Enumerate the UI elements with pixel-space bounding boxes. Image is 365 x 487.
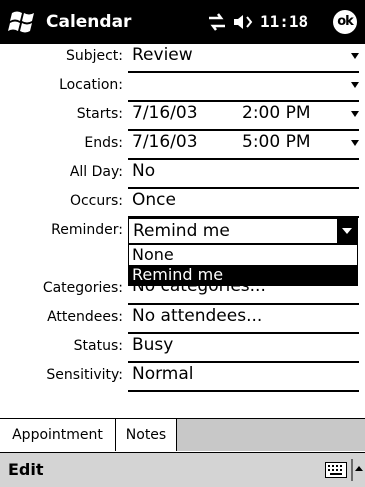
edit-menu[interactable]: Edit — [8, 460, 44, 479]
reminder-options-list[interactable]: None Remind me — [128, 244, 358, 286]
starts-label: Starts: — [76, 106, 123, 122]
subject-label: Subject: — [65, 48, 123, 64]
attendees-field[interactable]: No attendees... — [132, 306, 262, 326]
reminder-label: Reminder: — [51, 222, 123, 238]
ends-time-dropdown-arrow[interactable] — [351, 140, 359, 146]
occurs-field[interactable]: Once — [132, 190, 176, 210]
status-label: Status: — [73, 338, 123, 354]
ends-label: Ends: — [84, 135, 123, 151]
starts-date-field[interactable]: 7/16/03 — [132, 103, 198, 123]
starts-row: Starts: 7/16/03 2:00 PM — [0, 102, 365, 131]
divider — [128, 390, 359, 392]
ends-row: Ends: 7/16/03 5:00 PM — [0, 131, 365, 160]
ends-time-field[interactable]: 5:00 PM — [242, 132, 311, 152]
attendees-label: Attendees: — [47, 309, 123, 325]
location-row: Location: — [0, 73, 365, 102]
ok-button[interactable]: ok — [333, 10, 357, 34]
sensitivity-label: Sensitivity: — [46, 367, 123, 383]
tab-bar: Appointment Notes — [0, 418, 365, 452]
title-bar: Calendar 11:18 ok — [0, 0, 365, 44]
subject-dropdown-arrow[interactable] — [351, 53, 359, 59]
sensitivity-row: Sensitivity: Normal — [0, 363, 365, 392]
location-label: Location: — [59, 77, 123, 93]
connectivity-icon[interactable] — [206, 12, 228, 32]
tab-appointment[interactable]: Appointment — [0, 419, 116, 451]
status-field[interactable]: Busy — [132, 335, 173, 355]
reminder-dropdown[interactable]: Remind me — [128, 218, 358, 244]
windows-start-icon[interactable] — [8, 7, 40, 37]
attendees-row: Attendees: No attendees... — [0, 305, 365, 334]
keyboard-icon[interactable] — [325, 462, 347, 478]
all-day-field[interactable]: No — [132, 161, 155, 181]
status-row: Status: Busy — [0, 334, 365, 363]
reminder-option-selected[interactable]: Remind me — [129, 265, 357, 285]
reminder-selected-value[interactable]: Remind me — [133, 221, 230, 241]
categories-label: Categories: — [42, 280, 123, 296]
tab-notes[interactable]: Notes — [116, 418, 177, 451]
volume-icon[interactable] — [232, 12, 256, 32]
subject-field[interactable]: Review — [132, 45, 193, 65]
input-panel-arrow-icon[interactable] — [351, 459, 363, 481]
reminder-option[interactable]: None — [129, 245, 357, 265]
tab-bar-filler — [177, 418, 365, 451]
sensitivity-field[interactable]: Normal — [132, 364, 194, 384]
subject-row: Subject: Review — [0, 44, 365, 73]
app-title: Calendar — [46, 12, 132, 32]
all-day-row: All Day: No — [0, 160, 365, 189]
occurs-row: Occurs: Once — [0, 189, 365, 218]
occurs-label: Occurs: — [69, 193, 123, 209]
all-day-label: All Day: — [69, 164, 123, 180]
menu-bar: Edit — [0, 452, 365, 487]
reminder-dropdown-button[interactable] — [337, 219, 357, 243]
starts-time-dropdown-arrow[interactable] — [351, 111, 359, 117]
starts-time-field[interactable]: 2:00 PM — [242, 103, 311, 123]
location-dropdown-arrow[interactable] — [351, 82, 359, 88]
ends-date-field[interactable]: 7/16/03 — [132, 132, 198, 152]
clock[interactable]: 11:18 — [260, 12, 308, 31]
